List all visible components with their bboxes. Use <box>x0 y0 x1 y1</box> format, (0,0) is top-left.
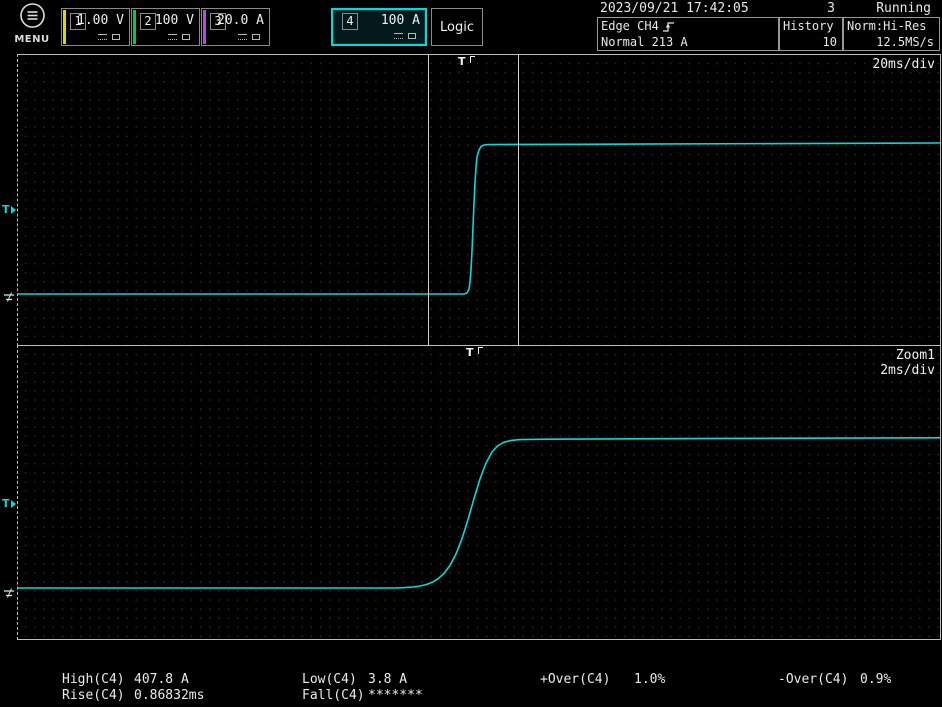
channel-4-scale: 100 A <box>381 13 420 28</box>
acquisition-mode-box[interactable]: Norm:Hi-Res 12.5MS/s <box>843 17 940 51</box>
run-state: Running <box>876 1 931 16</box>
trigger-position-marker[interactable]: T <box>458 56 475 67</box>
oscilloscope-screen: MENU 1 1.00 V 2 100 V 3 20.0 A 4 100 A L… <box>0 0 942 707</box>
record-mode: Norm:Hi-Res <box>847 18 926 34</box>
measurement-value: 1.0% <box>634 672 665 687</box>
trigger-type: Edge CH4 <box>601 18 659 34</box>
channel-1-button[interactable]: 1 1.00 V <box>61 8 130 46</box>
measurement-label: Low(C4) <box>302 672 368 687</box>
channel-4-button-active[interactable]: 4 100 A <box>331 8 427 46</box>
menu-icon <box>19 2 46 29</box>
ground-level-icon <box>3 588 16 598</box>
channel-3-color-bar <box>203 10 206 44</box>
zoom-waveform-svg <box>18 346 940 639</box>
logic-button[interactable]: Logic <box>431 8 483 46</box>
acquisition-count: 3 <box>819 1 835 16</box>
rising-edge-icon <box>662 20 675 33</box>
zoom-name-label: Zoom1 <box>880 348 935 363</box>
zoom-window-right-edge[interactable] <box>518 55 519 345</box>
menu-button[interactable]: MENU <box>10 2 54 45</box>
ch4-ground-level-marker-zoom[interactable] <box>3 583 16 602</box>
ch4-ground-level-marker-main[interactable] <box>3 287 16 306</box>
menu-label: MENU <box>10 34 54 45</box>
trigger-level-arrow-icon <box>11 500 16 508</box>
measurement-label: +Over(C4) <box>540 672 634 687</box>
trigger-info-box[interactable]: Edge CH4 Normal 213 A <box>597 17 779 51</box>
channel-3-scale: 20.0 A <box>217 13 264 28</box>
channel-2-scale: 100 V <box>155 13 194 28</box>
main-waveform-area[interactable]: T 20ms/div <box>17 54 941 346</box>
measurement-high: High(C4) 407.8 A <box>62 672 189 687</box>
zoom-window-left-edge[interactable] <box>428 55 429 345</box>
ch4-trace-zoom <box>18 438 940 588</box>
logic-label: Logic <box>440 20 474 35</box>
channel-2-color-bar <box>133 10 136 44</box>
dc-coupling-icon <box>394 33 403 39</box>
measurement-low: Low(C4) 3.8 A <box>302 672 407 687</box>
bandwidth-icon <box>182 34 190 40</box>
dc-coupling-icon <box>168 34 177 40</box>
bandwidth-icon <box>252 34 260 40</box>
dc-coupling-icon <box>98 34 107 40</box>
trigger-level-marker-main[interactable]: T <box>2 204 16 215</box>
measurement-minus-overshoot: -Over(C4) 0.9% <box>778 672 891 687</box>
trigger-level-marker-zoom[interactable]: T <box>2 498 16 509</box>
channel-1-scale: 1.00 V <box>77 13 124 28</box>
history-label: History <box>783 18 834 34</box>
measurement-label: High(C4) <box>62 672 134 687</box>
status-area: 2023/09/21 17:42:05 3 Running Edge CH4 N… <box>597 0 941 53</box>
zoom-labels: Zoom1 2ms/div <box>880 348 935 378</box>
history-value: 10 <box>823 34 837 50</box>
ch4-trace-main <box>18 143 940 294</box>
zoom-timebase-label: 2ms/div <box>880 363 935 378</box>
bandwidth-icon <box>408 33 416 39</box>
measurement-plus-overshoot: +Over(C4) 1.0% <box>540 672 665 687</box>
channel-2-button[interactable]: 2 100 V <box>131 8 200 46</box>
zoom-trigger-position-marker[interactable]: T <box>466 347 483 358</box>
bandwidth-icon <box>112 34 120 40</box>
measurement-value: 407.8 A <box>134 672 189 687</box>
measurement-value: 0.9% <box>860 672 891 687</box>
history-box[interactable]: History 10 <box>779 17 843 51</box>
measurement-value: ******* <box>368 688 423 703</box>
measurement-rise: Rise(C4) 0.86832ms <box>62 688 204 703</box>
channel-1-color-bar <box>63 10 66 44</box>
channel-2-number: 2 <box>140 13 156 30</box>
channel-4-number: 4 <box>342 13 358 30</box>
main-timebase-label: 20ms/div <box>872 57 935 72</box>
measurement-label: -Over(C4) <box>778 672 860 687</box>
sample-rate: 12.5MS/s <box>876 34 934 50</box>
dc-coupling-icon <box>238 34 247 40</box>
measurement-fall: Fall(C4) ******* <box>302 688 423 703</box>
measurement-value: 0.86832ms <box>134 688 204 703</box>
zoom-waveform-area[interactable]: T Zoom1 2ms/div <box>17 345 941 640</box>
datetime: 2023/09/21 17:42:05 <box>600 1 749 16</box>
ground-level-icon <box>3 292 16 302</box>
measurement-value: 3.8 A <box>368 672 407 687</box>
trigger-level-arrow-icon <box>11 206 16 214</box>
measurement-label: Fall(C4) <box>302 688 368 703</box>
measurement-label: Rise(C4) <box>62 688 134 703</box>
trigger-detail: Normal 213 A <box>601 34 688 50</box>
channel-bar: 1 1.00 V 2 100 V 3 20.0 A 4 100 A Logic <box>61 8 483 46</box>
channel-3-button[interactable]: 3 20.0 A <box>201 8 270 46</box>
main-waveform-svg <box>18 55 940 345</box>
